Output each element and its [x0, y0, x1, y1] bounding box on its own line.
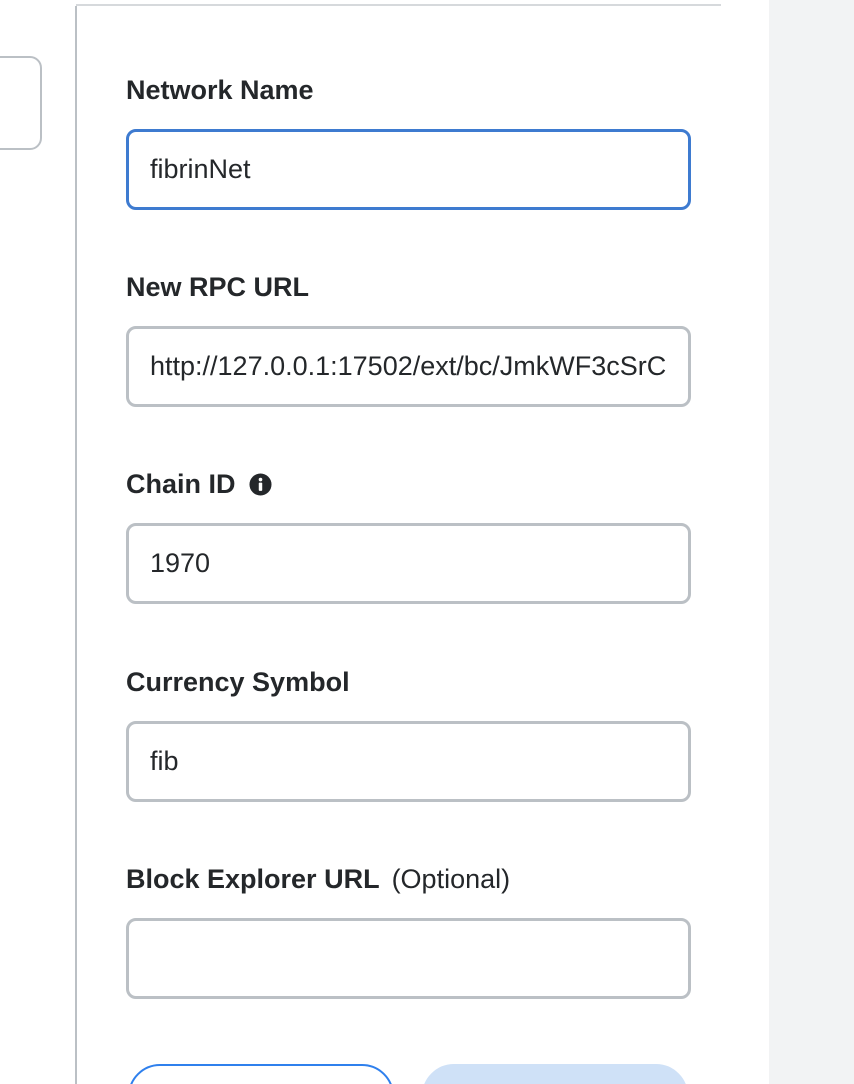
rpc-url-input[interactable]: [126, 326, 691, 407]
network-name-field-group: Network Name: [126, 73, 691, 210]
network-name-input[interactable]: [126, 129, 691, 210]
optional-label: (Optional): [391, 863, 511, 894]
currency-symbol-label: Currency Symbol: [126, 665, 691, 699]
info-icon[interactable]: [248, 472, 272, 496]
form-actions: [126, 1064, 691, 1084]
chain-id-label: Chain ID: [126, 467, 691, 501]
chain-id-label-text: Chain ID: [126, 468, 236, 499]
save-button[interactable]: [422, 1064, 688, 1084]
rpc-url-field-group: New RPC URL: [126, 270, 691, 407]
block-explorer-field-group: Block Explorer URL (Optional): [126, 862, 691, 999]
sidebar-divider: [75, 6, 77, 1084]
network-name-label-text: Network Name: [126, 74, 314, 105]
chain-id-field-group: Chain ID: [126, 467, 691, 604]
rpc-url-label-text: New RPC URL: [126, 271, 310, 302]
sidebar-search-box[interactable]: [0, 56, 42, 150]
block-explorer-label-text: Block Explorer URL: [126, 863, 380, 894]
network-settings-page: Network Name New RPC URL Chain ID Curren…: [0, 0, 854, 1084]
top-divider: [76, 0, 721, 6]
rpc-url-label: New RPC URL: [126, 270, 691, 304]
currency-symbol-field-group: Currency Symbol: [126, 665, 691, 802]
chain-id-input[interactable]: [126, 523, 691, 604]
currency-symbol-input[interactable]: [126, 721, 691, 802]
currency-symbol-label-text: Currency Symbol: [126, 666, 350, 697]
right-gutter: [769, 0, 854, 1084]
network-name-label: Network Name: [126, 73, 691, 107]
block-explorer-label: Block Explorer URL (Optional): [126, 862, 691, 896]
cancel-button[interactable]: [128, 1064, 394, 1084]
block-explorer-input[interactable]: [126, 918, 691, 999]
